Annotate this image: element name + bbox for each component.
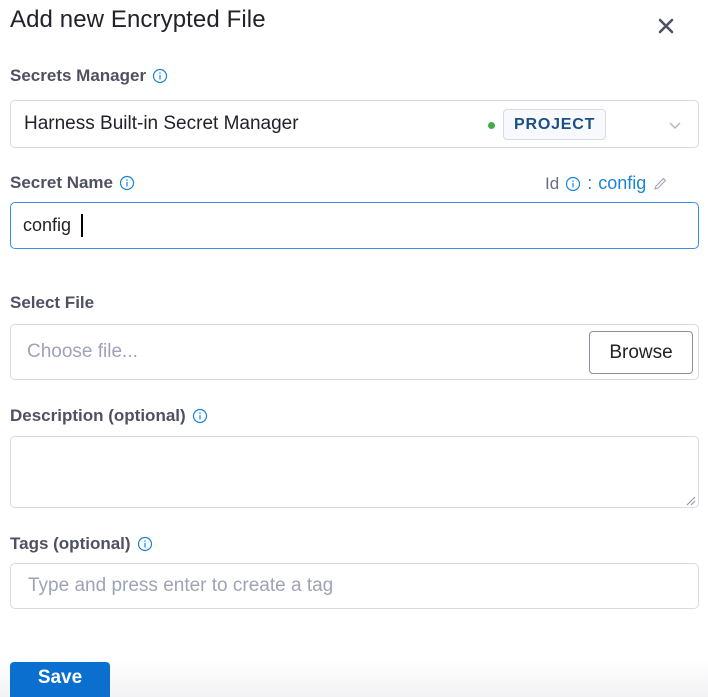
close-button[interactable] — [654, 14, 678, 38]
description-textarea[interactable] — [10, 436, 699, 508]
description-label: Description (optional) — [10, 406, 208, 426]
id-label: Id — [545, 173, 560, 193]
info-icon[interactable] — [192, 408, 208, 424]
info-icon[interactable] — [152, 68, 168, 84]
secrets-manager-select[interactable]: Harness Built-in Secret Manager PROJECT — [10, 100, 699, 148]
chevron-down-icon — [669, 122, 681, 129]
text-cursor — [81, 214, 83, 237]
browse-button[interactable]: Browse — [589, 331, 693, 374]
id-separator: : — [587, 173, 593, 193]
dialog-title: Add new Encrypted File — [10, 6, 266, 33]
file-input[interactable]: Choose file... Browse — [10, 324, 699, 380]
secret-name-input[interactable] — [10, 202, 699, 249]
tags-placeholder: Type and press enter to create a tag — [28, 575, 334, 596]
resize-handle-icon[interactable] — [684, 494, 696, 506]
secret-name-label: Secret Name — [10, 173, 135, 193]
id-value: config — [598, 173, 647, 193]
edit-pencil-icon[interactable] — [652, 176, 668, 192]
secret-id-row: Id : config — [545, 173, 668, 194]
select-file-label: Select File — [10, 293, 95, 312]
tags-label: Tags (optional) — [10, 534, 153, 554]
scope-status-dot — [488, 122, 495, 129]
secrets-manager-value: Harness Built-in Secret Manager — [24, 113, 299, 134]
close-icon — [658, 18, 674, 34]
secrets-manager-label: Secrets Manager — [10, 66, 168, 86]
info-icon[interactable] — [137, 536, 153, 552]
save-button[interactable]: Save — [10, 662, 110, 697]
file-placeholder: Choose file... — [27, 341, 138, 362]
scope-badge: PROJECT — [503, 109, 607, 140]
info-icon[interactable] — [565, 176, 581, 192]
info-icon[interactable] — [119, 175, 135, 191]
tags-input[interactable]: Type and press enter to create a tag — [10, 563, 699, 609]
